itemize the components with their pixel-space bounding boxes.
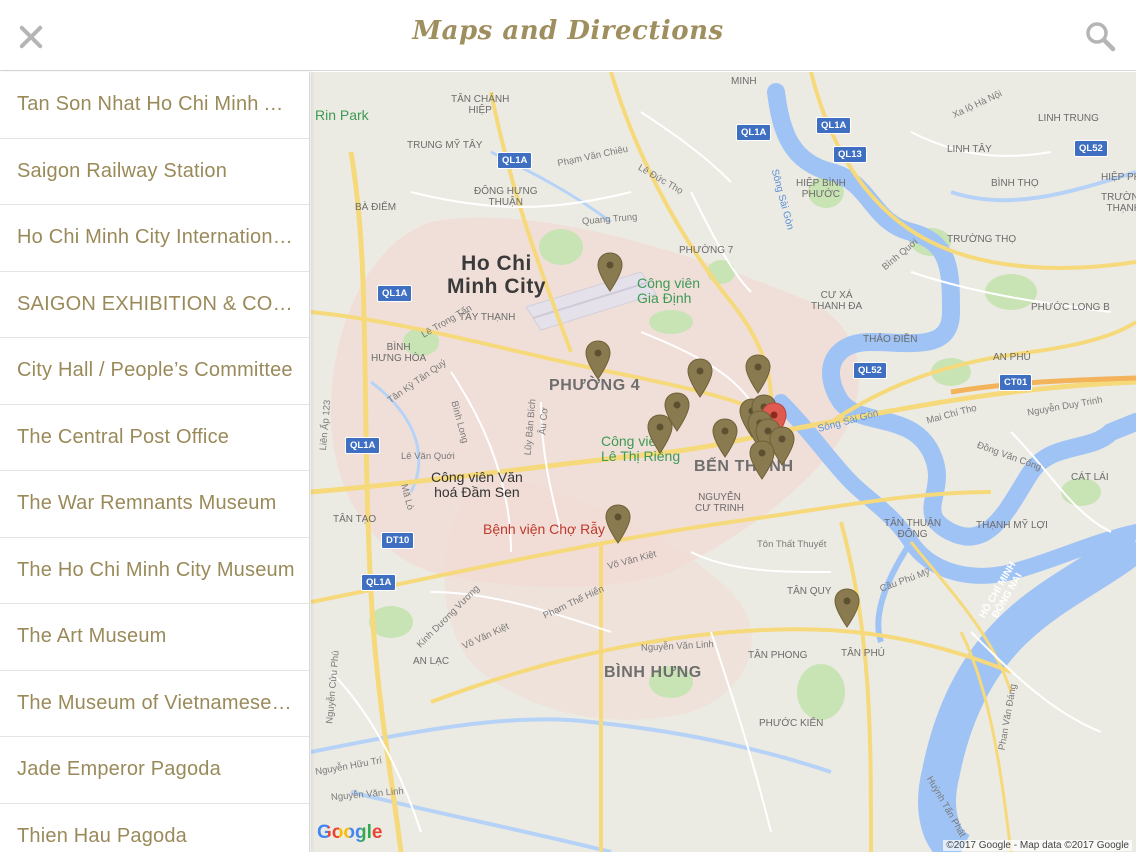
list-item-label: SAIGON EXHIBITION & CONVENTION CENTER — [17, 292, 295, 315]
area-label: NGUYỄN CƯ TRINH — [695, 492, 744, 514]
area-label: PHƯỚC KIỂN — [759, 718, 824, 729]
area-label: LINH TRUNG — [1038, 113, 1099, 124]
area-label: HIỆP PHÚ — [1101, 172, 1136, 183]
area-label: TÂN QUY — [787, 586, 832, 597]
google-logo[interactable]: Google — [317, 822, 382, 844]
highway-shield: QL1A — [736, 124, 772, 141]
area-label: TÂN TẠO — [333, 514, 377, 525]
area-label: MINH — [731, 76, 757, 87]
area-label: LINH TÂY — [947, 144, 992, 155]
list-item-central-post-office[interactable]: The Central Post Office — [0, 405, 309, 471]
list-item-thien-hau-pagoda[interactable]: Thien Hau Pagoda — [0, 804, 309, 852]
list-item-label: Tan Son Nhat Ho Chi Minh Airport — [17, 93, 295, 116]
page-title: Maps and Directions — [412, 16, 724, 46]
area-label: TÂN PHONG — [748, 650, 808, 661]
list-item-hcm-city-museum[interactable]: The Ho Chi Minh City Museum — [0, 538, 309, 604]
list-item-label: City Hall / People’s Committee — [17, 359, 293, 382]
map-pin-icon[interactable] — [585, 340, 611, 380]
google-logo-text: Google — [317, 822, 383, 843]
list-item-airport[interactable]: Tan Son Nhat Ho Chi Minh Airport — [0, 72, 309, 139]
map-pin-icon[interactable] — [597, 252, 623, 292]
area-label: PHƯỜNG 7 — [679, 245, 734, 256]
area-label: HIỆP BÌNH PHƯỚC — [796, 178, 846, 200]
area-label: BÌNH THỌ — [991, 178, 1039, 189]
list-item-label: The Ho Chi Minh City Museum — [17, 558, 295, 581]
area-label: TÂN CHÁNH HIỆP — [451, 94, 510, 116]
list-item-label: Thien Hau Pagoda — [17, 824, 187, 847]
area-label: TÂN PHÚ — [841, 648, 885, 659]
map-pin-icon[interactable] — [647, 414, 673, 454]
highway-shield: QL1A — [497, 152, 533, 169]
area-label: BÌNH HƯNG HÒA — [371, 342, 427, 364]
map-pin-icon[interactable] — [605, 504, 631, 544]
park-label: Rin Park — [315, 107, 369, 123]
area-label: PHƯỚC LONG B — [1031, 302, 1110, 313]
highway-shield: QL13 — [833, 146, 867, 163]
list-item-city-hall[interactable]: City Hall / People’s Committee — [0, 338, 309, 405]
list-item-label: The Central Post Office — [17, 425, 230, 448]
area-label: TRUNG MỸ TÂY — [407, 140, 483, 151]
map-view[interactable]: QL1A QL1A QL1A QL13 QL52 QL1A QL52 QL1A … — [311, 72, 1136, 852]
map-pin-icon[interactable] — [687, 358, 713, 398]
list-item-traditional-medicine-museum[interactable]: The Museum of Vietnamese Traditional Med… — [0, 671, 309, 737]
highway-shield: QL1A — [361, 574, 397, 591]
list-item-label: The Art Museum — [17, 625, 167, 648]
highway-shield: QL52 — [853, 362, 887, 379]
list-item-art-museum[interactable]: The Art Museum — [0, 604, 309, 671]
highway-shield: DT10 — [381, 532, 415, 549]
list-item-label: Jade Emperor Pagoda — [17, 758, 221, 781]
area-label: CƯ XÁ THANH ĐA — [811, 290, 863, 312]
hospital-label: Bệnh viện Chợ Rẫy — [483, 521, 606, 537]
list-item-label: Ho Chi Minh City International Hospital — [17, 226, 295, 249]
area-label: TRƯỜNG THẠNH — [1101, 192, 1136, 214]
city-label: Ho Chi Minh City — [447, 252, 546, 299]
location-list: Tan Son Nhat Ho Chi Minh Airport Saigon … — [0, 72, 310, 852]
park-label: Công viên Gia Định — [637, 275, 701, 307]
highway-shield: QL1A — [816, 117, 852, 134]
map-pin-icon[interactable] — [745, 354, 771, 394]
list-item-label: Saigon Railway Station — [17, 159, 228, 182]
list-item-international-hospital[interactable]: Ho Chi Minh City International Hospital — [0, 205, 309, 272]
road-label: Lê Văn Quới — [401, 451, 455, 462]
highway-shield: QL52 — [1074, 140, 1108, 157]
map-pin-icon[interactable] — [834, 588, 860, 628]
highway-shield: QL1A — [377, 285, 413, 302]
poi-label: Công viên Văn hoá Đầm Sen — [431, 469, 523, 501]
area-label: TÂN THUẬN ĐÔNG — [884, 518, 942, 540]
list-item-jade-emperor-pagoda[interactable]: Jade Emperor Pagoda — [0, 737, 309, 804]
list-item-exhibition-center[interactable]: SAIGON EXHIBITION & CONVENTION CENTER — [0, 272, 309, 338]
map-attribution[interactable]: ©2017 Google - Map data ©2017 Google — [943, 840, 1132, 851]
area-label: CÁT LÁI — [1071, 472, 1109, 483]
road-label: Tôn Thất Thuyết — [757, 539, 827, 550]
map-pin-icon[interactable] — [749, 440, 775, 480]
district-label-binhhung: BÌNH HƯNG — [604, 664, 702, 681]
highway-shield: QL1A — [345, 437, 381, 454]
list-item-label: The War Remnants Museum — [17, 492, 277, 515]
area-label: BÀ ĐIỂM — [355, 202, 397, 213]
list-item-war-remnants-museum[interactable]: The War Remnants Museum — [0, 471, 309, 538]
list-item-railway-station[interactable]: Saigon Railway Station — [0, 139, 309, 205]
list-item-label: The Museum of Vietnamese Traditional Med… — [17, 691, 295, 714]
area-label: AN PHÚ — [993, 352, 1031, 363]
area-label: THẢO ĐIỀN — [863, 334, 918, 345]
search-icon[interactable] — [1084, 20, 1116, 52]
area-label: TRƯỜNG THỌ — [947, 234, 1017, 245]
area-label: THẠNH MỸ LỢI — [976, 520, 1048, 531]
top-bar: Maps and Directions — [0, 0, 1136, 71]
highway-shield: CT01 — [999, 374, 1033, 391]
map-pin-icon[interactable] — [712, 418, 738, 458]
area-label: AN LẠC — [413, 656, 450, 667]
area-label: ĐÔNG HƯNG THUẬN — [474, 186, 538, 208]
